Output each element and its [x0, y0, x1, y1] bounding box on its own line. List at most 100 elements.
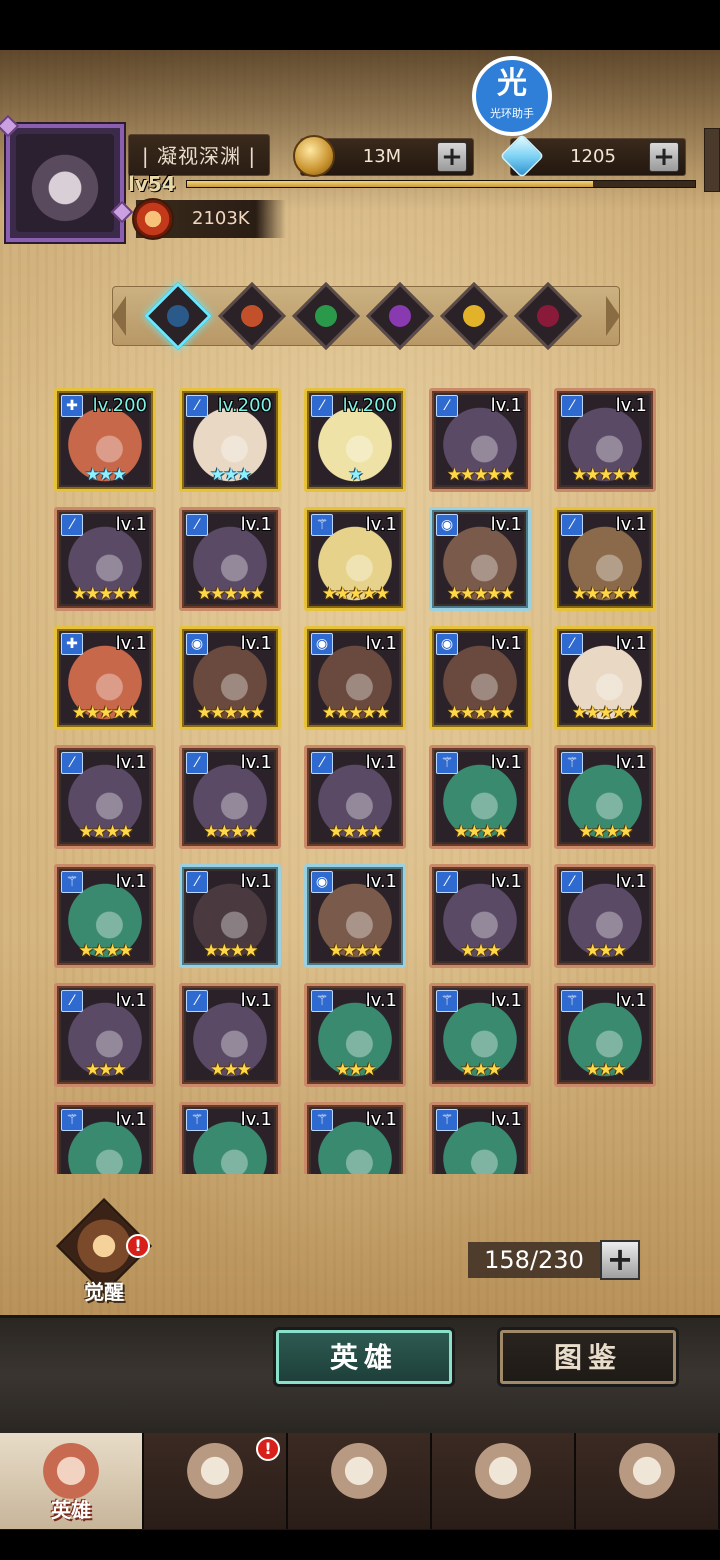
hero-class-icon: ◉ [186, 633, 208, 655]
hero-level: lv.1 [115, 990, 147, 1011]
hero-card[interactable]: ⁄ lv.1 ★★★ [54, 983, 156, 1087]
filter-fire-icon [236, 300, 268, 332]
hero-card[interactable]: ⁄ lv.1 ★★★★ [54, 745, 156, 849]
add-gold-button[interactable]: + [437, 142, 467, 172]
hero-card[interactable]: ⁄ lv.1 ★★★★ [304, 745, 406, 849]
hero-level: lv.1 [615, 752, 647, 773]
nav-adventure[interactable]: ! [144, 1433, 288, 1529]
hero-class-icon: ✚ [61, 395, 83, 417]
hero-level: lv.1 [240, 633, 272, 654]
gold-counter: 13M + [293, 135, 474, 177]
hero-card[interactable]: ⚚ lv.1 ★★★★ [429, 745, 531, 849]
hero-card[interactable]: ⚚ lv.1 ★★★ [304, 983, 406, 1087]
hero-capacity: 158/230 [468, 1242, 600, 1278]
filter-left-arrow[interactable] [112, 296, 126, 336]
hero-class-icon: ⚚ [311, 1109, 333, 1131]
status-bar [0, 0, 720, 50]
side-drawer-tab[interactable] [704, 128, 720, 192]
hero-card[interactable]: ⁄ lv.1 ★★★★★ [54, 507, 156, 611]
hero-class-icon: ⚚ [561, 990, 583, 1012]
hero-card[interactable]: ⁄ lv.1 ★★★★ [179, 864, 281, 968]
hero-stars: ★★★★ [453, 822, 509, 842]
hero-card[interactable]: ⚚ lv.1 [54, 1102, 156, 1174]
hero-card[interactable]: ⁄ lv.1 ★★★★★ [179, 507, 281, 611]
hero-card[interactable]: ⁄ lv.1 ★★★ [554, 864, 656, 968]
hero-class-icon: ⚚ [436, 990, 458, 1012]
halo-helper-button[interactable]: 光 光环助手 [472, 56, 552, 136]
hero-level: lv.1 [615, 514, 647, 535]
hero-level: lv.1 [365, 990, 397, 1011]
hero-level: lv.1 [240, 514, 272, 535]
awaken-alert-badge: ! [126, 1234, 150, 1258]
hero-class-icon: ⁄ [561, 633, 583, 655]
hero-card[interactable]: ⚚ lv.1 [304, 1102, 406, 1174]
hero-class-icon: ⁄ [436, 395, 458, 417]
awaken-label: 觉醒 [84, 1280, 124, 1304]
hero-stars: ★★★★ [78, 822, 134, 842]
hero-card[interactable]: ⚚ lv.1 ★★★★ [54, 864, 156, 968]
hero-class-icon: ⁄ [186, 990, 208, 1012]
hero-card[interactable]: ⁄ lv.1 ★★★★★ [554, 507, 656, 611]
nav-heroes[interactable]: 英雄 [0, 1433, 144, 1529]
hero-level: lv.1 [365, 514, 397, 535]
hero-card[interactable]: ⁄ lv.200 ★ [304, 388, 406, 492]
hero-level: lv.1 [115, 1109, 147, 1130]
hero-class-icon: ⁄ [311, 395, 333, 417]
hero-card[interactable]: ⁄ lv.1 ★★★ [179, 983, 281, 1087]
hero-stars: ★★★★ [578, 822, 634, 842]
hero-stars: ★★★★ [203, 822, 259, 842]
hero-stars: ★★★★★ [446, 465, 515, 485]
nav-castle[interactable] [432, 1433, 576, 1529]
hero-card[interactable]: ⁄ lv.200 ★★★ [179, 388, 281, 492]
hero-card[interactable]: ⚚ lv.1 ★★★ [429, 983, 531, 1087]
hero-card[interactable]: ◉ lv.1 ★★★★ [304, 864, 406, 968]
hero-level: lv.1 [490, 871, 522, 892]
hero-card[interactable]: ⁄ lv.1 ★★★★★ [554, 626, 656, 730]
hero-stars: ★★★★★ [196, 703, 265, 723]
hero-card[interactable]: ⁄ lv.1 ★★★★★ [554, 388, 656, 492]
hero-card[interactable]: ◉ lv.1 ★★★★★ [429, 626, 531, 730]
hero-stars: ★★★★ [78, 941, 134, 961]
nav-guild[interactable] [576, 1433, 720, 1529]
hero-card[interactable]: ◉ lv.1 ★★★★★ [429, 507, 531, 611]
hero-card[interactable]: ✚ lv.1 ★★★★★ [54, 626, 156, 730]
hero-stars: ★★★ [210, 1060, 252, 1080]
hero-stars: ★★★★ [328, 822, 384, 842]
hero-level: lv.1 [615, 871, 647, 892]
filter-right-arrow[interactable] [606, 296, 620, 336]
hero-stars: ★★★★★ [446, 703, 515, 723]
hero-level: lv.200 [342, 395, 397, 416]
hero-stars: ★★★★★ [71, 703, 140, 723]
hero-level: lv.1 [365, 752, 397, 773]
hero-card[interactable]: ⁄ lv.1 ★★★ [429, 864, 531, 968]
hero-class-icon: ⁄ [561, 871, 583, 893]
hero-card[interactable]: ⁄ lv.1 ★★★★★ [429, 388, 531, 492]
expand-capacity-button[interactable]: + [600, 1240, 640, 1280]
hero-stars: ★★★ [335, 1060, 377, 1080]
add-gems-button[interactable]: + [649, 142, 679, 172]
hero-card[interactable]: ⚚ lv.1 ★★★★ [554, 745, 656, 849]
hero-card[interactable]: ⚚ lv.1 [179, 1102, 281, 1174]
player-level: lv54 [128, 172, 176, 196]
nav-battle[interactable] [288, 1433, 432, 1529]
gold-value: 13M [362, 146, 402, 167]
hero-card[interactable]: ⁄ lv.1 ★★★★ [179, 745, 281, 849]
hero-level: lv.1 [115, 752, 147, 773]
hero-card[interactable]: ◉ lv.1 ★★★★★ [304, 626, 406, 730]
tab-heroes[interactable]: 英雄 [276, 1330, 452, 1384]
hero-card[interactable]: ⚚ lv.1 ★★★ [554, 983, 656, 1087]
nav-label: 英雄 [51, 1498, 91, 1522]
hero-level: lv.1 [490, 752, 522, 773]
hero-card[interactable]: ✚ lv.200 ★★★ [54, 388, 156, 492]
tab-codex[interactable]: 图鉴 [500, 1330, 676, 1384]
hero-stars: ★★★★ [203, 941, 259, 961]
nav-guild-icon [616, 1443, 678, 1505]
helper-glyph: 光 [497, 66, 527, 101]
hero-level: lv.1 [240, 752, 272, 773]
hero-card[interactable]: ◉ lv.1 ★★★★★ [179, 626, 281, 730]
hero-card[interactable]: ⚚ lv.1 ★★★★★ [304, 507, 406, 611]
hero-card[interactable]: ⚚ lv.1 [429, 1102, 531, 1174]
filter-dark-icon [532, 300, 564, 332]
player-avatar[interactable] [0, 114, 134, 242]
nav-battle-icon [328, 1443, 390, 1505]
